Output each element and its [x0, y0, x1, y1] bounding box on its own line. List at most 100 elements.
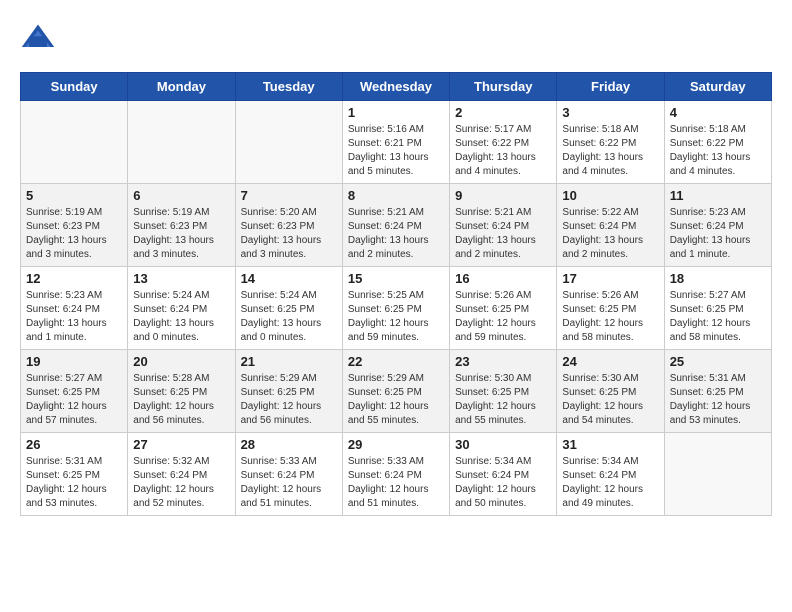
day-info: Sunrise: 5:33 AM Sunset: 6:24 PM Dayligh… [348, 455, 444, 511]
weekday-header-thursday: Thursday [450, 73, 557, 101]
calendar-cell: 23 Sunrise: 5:30 AM Sunset: 6:25 PM Dayli… [450, 350, 557, 433]
calendar-table: SundayMondayTuesdayWednesdayThursdayFrid… [20, 72, 772, 516]
day-info: Sunrise: 5:24 AM Sunset: 6:25 PM Dayligh… [241, 289, 337, 345]
day-info: Sunrise: 5:31 AM Sunset: 6:25 PM Dayligh… [670, 372, 766, 428]
weekday-header-sunday: Sunday [21, 73, 128, 101]
day-info: Sunrise: 5:22 AM Sunset: 6:24 PM Dayligh… [562, 206, 658, 262]
day-info: Sunrise: 5:30 AM Sunset: 6:25 PM Dayligh… [562, 372, 658, 428]
day-info: Sunrise: 5:26 AM Sunset: 6:25 PM Dayligh… [455, 289, 551, 345]
day-number: 20 [133, 354, 229, 369]
calendar-cell: 9 Sunrise: 5:21 AM Sunset: 6:24 PM Daylig… [450, 184, 557, 267]
day-info: Sunrise: 5:29 AM Sunset: 6:25 PM Dayligh… [241, 372, 337, 428]
calendar-cell: 28 Sunrise: 5:33 AM Sunset: 6:24 PM Dayli… [235, 433, 342, 516]
day-info: Sunrise: 5:34 AM Sunset: 6:24 PM Dayligh… [562, 455, 658, 511]
calendar-cell: 11Sunrise: 5:23 AM Sunset: 6:24 PM Dayli… [664, 184, 771, 267]
day-info: Sunrise: 5:19 AM Sunset: 6:23 PM Dayligh… [133, 206, 229, 262]
day-number: 2 [455, 105, 551, 120]
day-number: 6 [133, 188, 229, 203]
calendar-cell: 6 Sunrise: 5:19 AM Sunset: 6:23 PM Daylig… [128, 184, 235, 267]
calendar-cell: 14 Sunrise: 5:24 AM Sunset: 6:25 PM Dayli… [235, 267, 342, 350]
day-info: Sunrise: 5:26 AM Sunset: 6:25 PM Dayligh… [562, 289, 658, 345]
day-info: Sunrise: 5:27 AM Sunset: 6:25 PM Dayligh… [670, 289, 766, 345]
day-info: Sunrise: 5:29 AM Sunset: 6:25 PM Dayligh… [348, 372, 444, 428]
day-info: Sunrise: 5:31 AM Sunset: 6:25 PM Dayligh… [26, 455, 122, 511]
calendar-cell: 2 Sunrise: 5:17 AM Sunset: 6:22 PM Daylig… [450, 101, 557, 184]
day-number: 8 [348, 188, 444, 203]
logo [20, 20, 60, 56]
day-number: 16 [455, 271, 551, 286]
day-number: 9 [455, 188, 551, 203]
calendar-cell: 19 Sunrise: 5:27 AM Sunset: 6:25 PM Dayli… [21, 350, 128, 433]
day-number: 30 [455, 437, 551, 452]
weekday-header-monday: Monday [128, 73, 235, 101]
calendar-cell: 20 Sunrise: 5:28 AM Sunset: 6:25 PM Dayli… [128, 350, 235, 433]
day-number: 23 [455, 354, 551, 369]
day-number: 10 [562, 188, 658, 203]
day-number: 28 [241, 437, 337, 452]
calendar-cell [235, 101, 342, 184]
calendar-cell: 1 Sunrise: 5:16 AM Sunset: 6:21 PM Daylig… [342, 101, 449, 184]
day-number: 13 [133, 271, 229, 286]
day-info: Sunrise: 5:32 AM Sunset: 6:24 PM Dayligh… [133, 455, 229, 511]
calendar-cell: 27 Sunrise: 5:32 AM Sunset: 6:24 PM Dayli… [128, 433, 235, 516]
day-info: Sunrise: 5:30 AM Sunset: 6:25 PM Dayligh… [455, 372, 551, 428]
calendar-cell: 3Sunrise: 5:18 AM Sunset: 6:22 PM Daylig… [557, 101, 664, 184]
day-number: 21 [241, 354, 337, 369]
day-info: Sunrise: 5:34 AM Sunset: 6:24 PM Dayligh… [455, 455, 551, 511]
day-number: 15 [348, 271, 444, 286]
day-info: Sunrise: 5:21 AM Sunset: 6:24 PM Dayligh… [455, 206, 551, 262]
day-info: Sunrise: 5:19 AM Sunset: 6:23 PM Dayligh… [26, 206, 122, 262]
day-info: Sunrise: 5:23 AM Sunset: 6:24 PM Dayligh… [26, 289, 122, 345]
calendar-cell: 4Sunrise: 5:18 AM Sunset: 6:22 PM Daylig… [664, 101, 771, 184]
day-number: 18 [670, 271, 766, 286]
day-info: Sunrise: 5:28 AM Sunset: 6:25 PM Dayligh… [133, 372, 229, 428]
day-number: 5 [26, 188, 122, 203]
calendar-cell: 30 Sunrise: 5:34 AM Sunset: 6:24 PM Dayli… [450, 433, 557, 516]
logo-icon [20, 20, 56, 56]
day-number: 1 [348, 105, 444, 120]
weekday-header-friday: Friday [557, 73, 664, 101]
day-info: Sunrise: 5:17 AM Sunset: 6:22 PM Dayligh… [455, 123, 551, 179]
day-number: 4 [670, 105, 766, 120]
calendar-cell: 22 Sunrise: 5:29 AM Sunset: 6:25 PM Dayli… [342, 350, 449, 433]
week-row-1: 1 Sunrise: 5:16 AM Sunset: 6:21 PM Daylig… [21, 101, 772, 184]
day-info: Sunrise: 5:25 AM Sunset: 6:25 PM Dayligh… [348, 289, 444, 345]
calendar-cell: 21 Sunrise: 5:29 AM Sunset: 6:25 PM Dayli… [235, 350, 342, 433]
day-info: Sunrise: 5:21 AM Sunset: 6:24 PM Dayligh… [348, 206, 444, 262]
week-row-5: 26 Sunrise: 5:31 AM Sunset: 6:25 PM Dayli… [21, 433, 772, 516]
calendar-cell: 13 Sunrise: 5:24 AM Sunset: 6:24 PM Dayli… [128, 267, 235, 350]
day-info: Sunrise: 5:16 AM Sunset: 6:21 PM Dayligh… [348, 123, 444, 179]
week-row-4: 19 Sunrise: 5:27 AM Sunset: 6:25 PM Dayli… [21, 350, 772, 433]
calendar-cell: 10 Sunrise: 5:22 AM Sunset: 6:24 PM Dayli… [557, 184, 664, 267]
calendar-cell: 15 Sunrise: 5:25 AM Sunset: 6:25 PM Dayli… [342, 267, 449, 350]
day-number: 27 [133, 437, 229, 452]
day-number: 19 [26, 354, 122, 369]
day-info: Sunrise: 5:20 AM Sunset: 6:23 PM Dayligh… [241, 206, 337, 262]
day-info: Sunrise: 5:33 AM Sunset: 6:24 PM Dayligh… [241, 455, 337, 511]
calendar-cell [21, 101, 128, 184]
calendar-cell [128, 101, 235, 184]
day-number: 31 [562, 437, 658, 452]
day-info: Sunrise: 5:24 AM Sunset: 6:24 PM Dayligh… [133, 289, 229, 345]
day-number: 24 [562, 354, 658, 369]
week-row-2: 5 Sunrise: 5:19 AM Sunset: 6:23 PM Daylig… [21, 184, 772, 267]
calendar-cell: 18 Sunrise: 5:27 AM Sunset: 6:25 PM Dayli… [664, 267, 771, 350]
day-number: 3 [562, 105, 658, 120]
calendar-cell: 31 Sunrise: 5:34 AM Sunset: 6:24 PM Dayli… [557, 433, 664, 516]
weekday-header-saturday: Saturday [664, 73, 771, 101]
calendar-cell: 7 Sunrise: 5:20 AM Sunset: 6:23 PM Daylig… [235, 184, 342, 267]
weekday-header-row: SundayMondayTuesdayWednesdayThursdayFrid… [21, 73, 772, 101]
day-number: 7 [241, 188, 337, 203]
day-number: 14 [241, 271, 337, 286]
day-number: 29 [348, 437, 444, 452]
day-number: 17 [562, 271, 658, 286]
day-number: 22 [348, 354, 444, 369]
day-number: 26 [26, 437, 122, 452]
calendar-cell: 25Sunrise: 5:31 AM Sunset: 6:25 PM Dayli… [664, 350, 771, 433]
page-header [20, 20, 772, 56]
week-row-3: 12Sunrise: 5:23 AM Sunset: 6:24 PM Dayli… [21, 267, 772, 350]
calendar-cell: 26 Sunrise: 5:31 AM Sunset: 6:25 PM Dayli… [21, 433, 128, 516]
calendar-cell [664, 433, 771, 516]
calendar-cell: 12Sunrise: 5:23 AM Sunset: 6:24 PM Dayli… [21, 267, 128, 350]
day-info: Sunrise: 5:27 AM Sunset: 6:25 PM Dayligh… [26, 372, 122, 428]
